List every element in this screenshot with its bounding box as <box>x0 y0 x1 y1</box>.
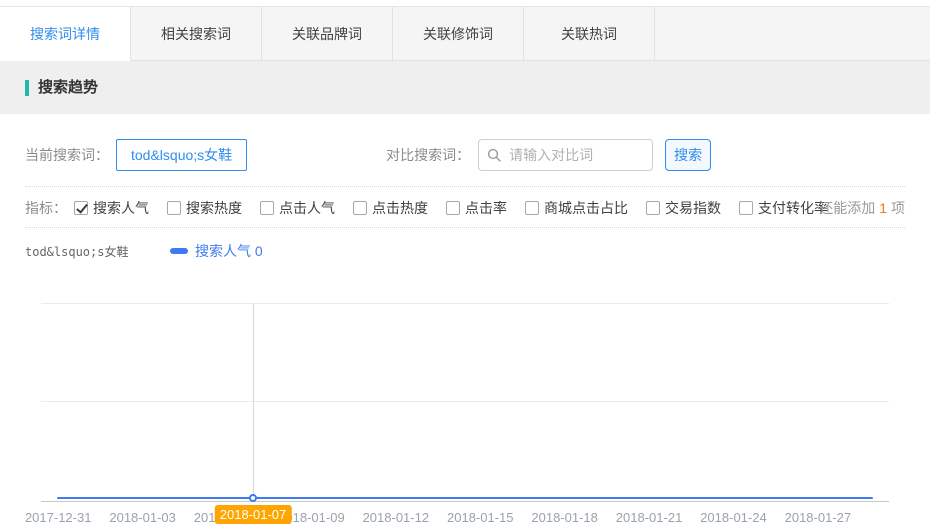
compare-term-label: 对比搜索词： <box>386 145 470 165</box>
checkbox-icon[interactable] <box>167 201 181 215</box>
tab-label: 关联修饰词 <box>423 24 493 44</box>
compare-term-input[interactable] <box>478 139 653 171</box>
checkbox-icon[interactable] <box>739 201 753 215</box>
x-tick-label: 2017-12-31 <box>16 510 100 525</box>
top-border <box>0 0 930 7</box>
hover-data-point[interactable] <box>249 494 257 502</box>
current-term-box[interactable]: tod&lsquo;s女鞋 <box>116 139 247 171</box>
trend-panel: 当前搜索词： tod&lsquo;s女鞋 对比搜索词： 搜索 指标： 搜索人气 <box>0 114 930 528</box>
tab-related-modifier-terms[interactable]: 关联修饰词 <box>393 7 524 61</box>
hover-guide-line <box>253 303 254 498</box>
remaining-count: 1 <box>879 200 887 216</box>
tab-search-term-detail[interactable]: 搜索词详情 <box>0 7 131 61</box>
metric-label: 搜索人气 <box>93 198 149 218</box>
legend-series-name: 搜索人气 <box>195 243 251 259</box>
legend-term: tod&lsquo;s女鞋 <box>25 243 170 260</box>
tab-bar-filler <box>655 7 930 61</box>
checkbox-icon[interactable] <box>446 201 460 215</box>
compare-input-wrap <box>478 139 653 171</box>
tab-related-search-terms[interactable]: 相关搜索词 <box>131 7 262 61</box>
tab-label: 关联热词 <box>561 24 617 44</box>
x-tick-label: 2018-01-12 <box>354 510 438 525</box>
magnifier-icon <box>487 148 501 162</box>
divider <box>25 186 905 187</box>
metric-click-rate[interactable]: 点击率 <box>446 198 507 218</box>
x-tick-label: 2018-01-21 <box>607 510 691 525</box>
metric-search-popularity[interactable]: 搜索人气 <box>74 198 149 218</box>
metric-click-heat[interactable]: 点击热度 <box>353 198 428 218</box>
metric-transaction-index[interactable]: 交易指数 <box>646 198 721 218</box>
x-tick-label: 2018-01-18 <box>522 510 606 525</box>
metrics-label: 指标： <box>25 198 67 218</box>
x-axis-line <box>41 501 889 502</box>
checkbox-icon[interactable] <box>74 201 88 215</box>
metric-label: 点击率 <box>465 198 507 218</box>
current-term-label: 当前搜索词： <box>25 145 109 165</box>
metric-label: 支付转化率 <box>758 198 828 218</box>
checkbox-icon[interactable] <box>260 201 274 215</box>
tab-related-brand-terms[interactable]: 关联品牌词 <box>262 7 393 61</box>
gridline <box>41 303 889 304</box>
section-title: 搜索趋势 <box>25 80 98 96</box>
search-term-row: 当前搜索词： tod&lsquo;s女鞋 对比搜索词： 搜索 <box>25 139 905 171</box>
x-tick-label: 2018-01-15 <box>438 510 522 525</box>
chart-legend: tod&lsquo;s女鞋 搜索人气 0 <box>25 242 263 260</box>
legend-series[interactable]: 搜索人气 0 <box>195 241 263 261</box>
metric-label: 点击热度 <box>372 198 428 218</box>
metric-label: 交易指数 <box>665 198 721 218</box>
metric-label: 点击人气 <box>279 198 335 218</box>
x-tick-label: 2018-01-03 <box>100 510 184 525</box>
metric-label: 商城点击占比 <box>544 198 628 218</box>
x-axis-labels: 2017-12-31 2018-01-03 2018-01-06 2018-01… <box>16 510 860 525</box>
section-header: 搜索趋势 <box>0 61 930 114</box>
checkbox-icon[interactable] <box>646 201 660 215</box>
remaining-quota: 还能添加 1 项 <box>819 194 905 222</box>
legend-series-value: 0 <box>255 243 263 259</box>
search-button[interactable]: 搜索 <box>665 139 711 171</box>
tab-bar: 搜索词详情 相关搜索词 关联品牌词 关联修饰词 关联热词 <box>0 7 930 61</box>
hover-date-badge: 2018-01-07 <box>215 505 292 524</box>
x-tick-label: 2018-01-27 <box>776 510 860 525</box>
tab-label: 相关搜索词 <box>161 24 231 44</box>
metric-payment-conversion[interactable]: 支付转化率 <box>739 198 828 218</box>
series-line[interactable] <box>57 497 873 499</box>
gridline <box>41 401 889 402</box>
metric-mall-click-share[interactable]: 商城点击占比 <box>525 198 628 218</box>
tab-label: 搜索词详情 <box>30 24 100 44</box>
x-tick-label: 2018-01-24 <box>691 510 775 525</box>
divider <box>25 227 905 228</box>
checkbox-icon[interactable] <box>353 201 367 215</box>
metric-click-popularity[interactable]: 点击人气 <box>260 198 335 218</box>
checkbox-icon[interactable] <box>525 201 539 215</box>
series-line-icon[interactable] <box>170 248 188 254</box>
remaining-prefix: 还能添加 <box>819 198 875 218</box>
remaining-suffix: 项 <box>891 198 905 218</box>
search-term-analysis-page: 搜索词详情 相关搜索词 关联品牌词 关联修饰词 关联热词 搜索趋势 当前搜索词：… <box>0 0 930 529</box>
tab-label: 关联品牌词 <box>292 24 362 44</box>
metrics-row: 指标： 搜索人气 搜索热度 点击人气 点击热度 点击率 <box>25 194 905 222</box>
metric-search-heat[interactable]: 搜索热度 <box>167 198 242 218</box>
metric-label: 搜索热度 <box>186 198 242 218</box>
tab-related-hot-terms[interactable]: 关联热词 <box>524 7 655 61</box>
